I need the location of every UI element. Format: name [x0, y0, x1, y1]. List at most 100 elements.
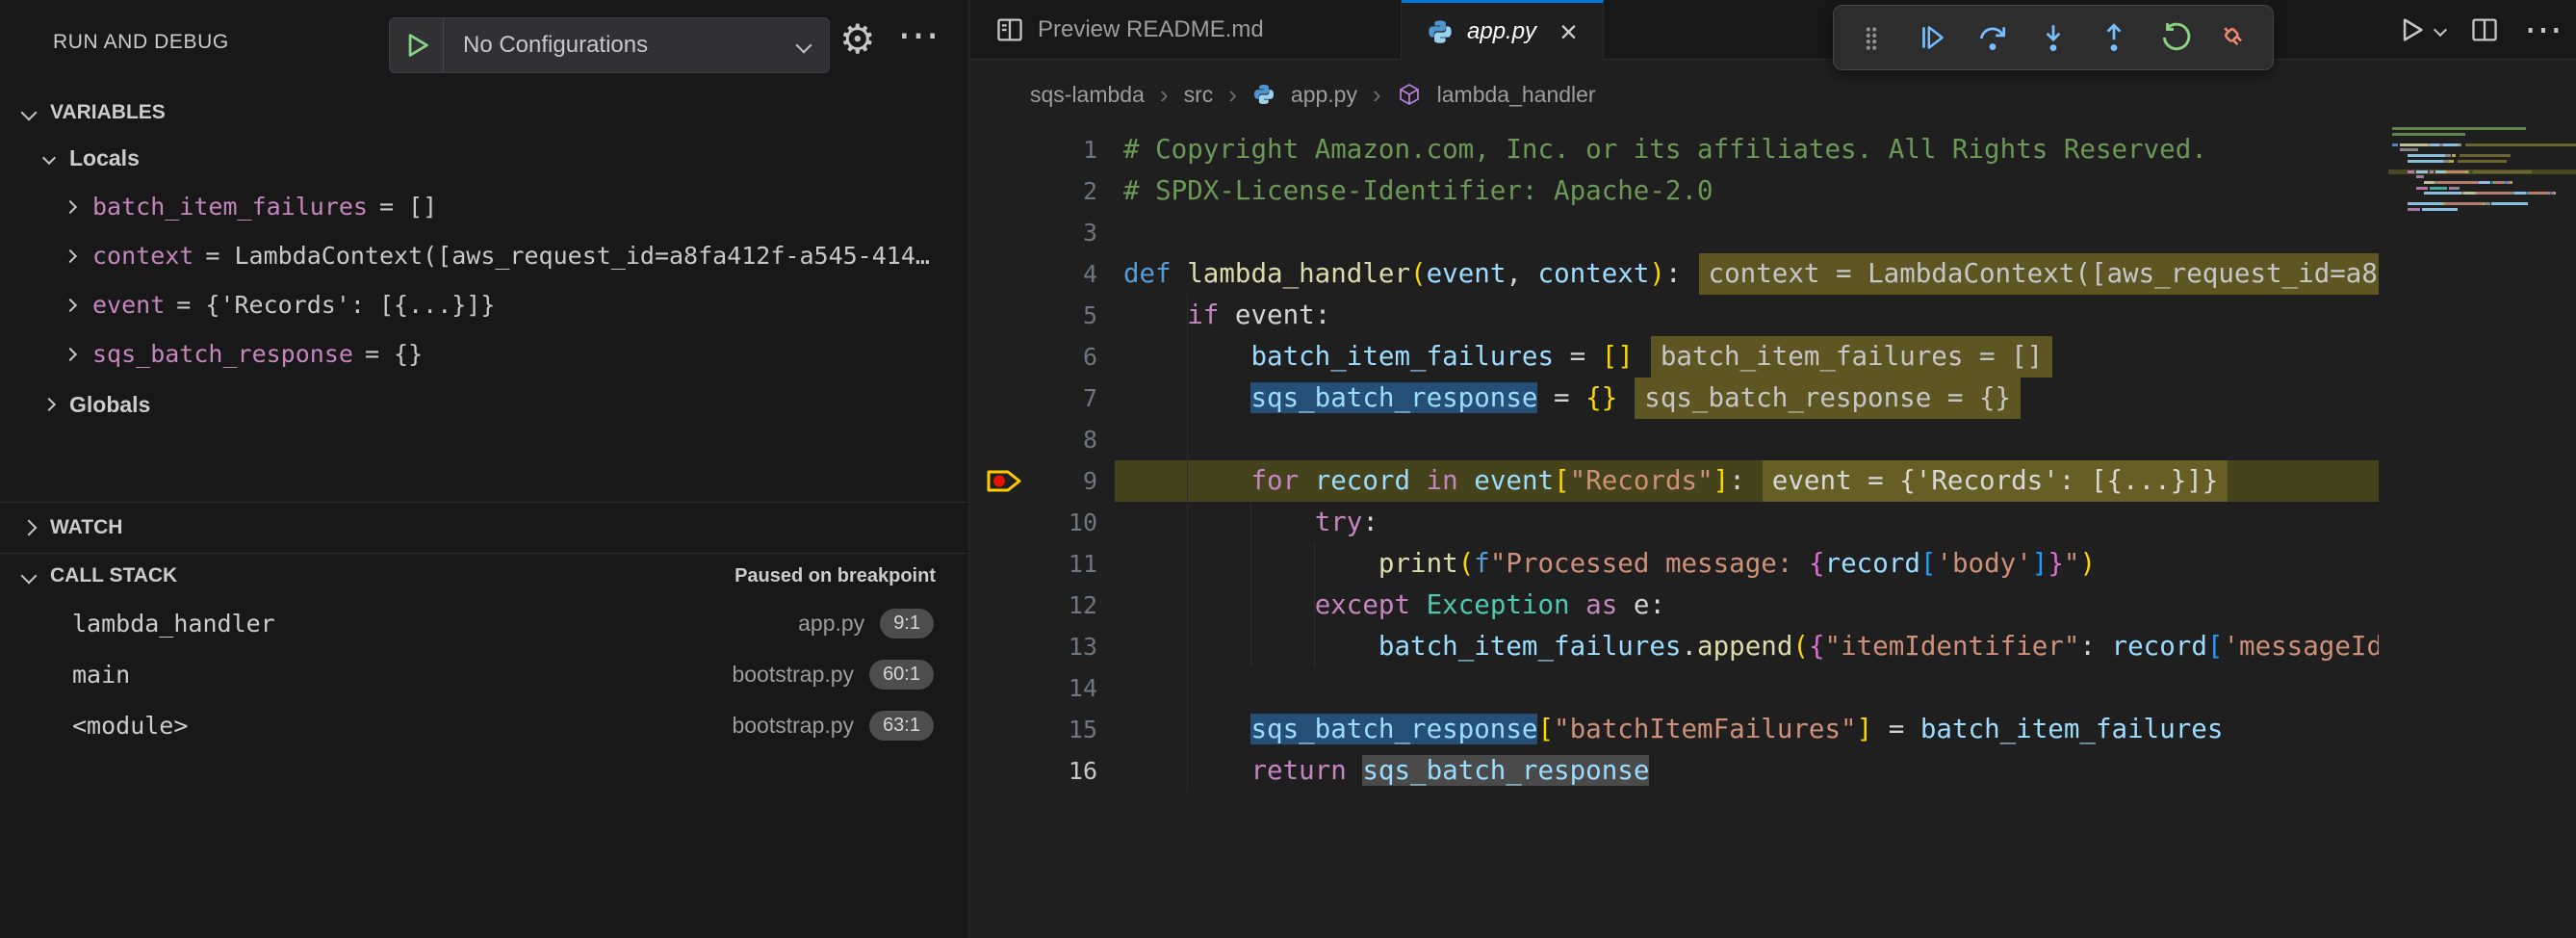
line-number[interactable]: 10: [970, 502, 1097, 543]
watch-section-header[interactable]: WATCH: [0, 503, 968, 553]
step-into-icon[interactable]: [2037, 21, 2070, 54]
code-line-10[interactable]: 10 try:: [970, 502, 2379, 543]
debug-toolbar: [1833, 5, 2274, 70]
gear-icon[interactable]: ⚙: [839, 12, 876, 67]
line-number[interactable]: 12: [970, 585, 1097, 626]
variable-name: batch_item_failures: [92, 193, 368, 221]
code-line-content: for record in event["Records"]:event = {…: [1115, 460, 2379, 502]
code-line-6[interactable]: 6 batch_item_failures = []batch_item_fai…: [970, 336, 2379, 378]
minimap[interactable]: [2388, 127, 2576, 281]
code-line-1[interactable]: 1# Copyright Amazon.com, Inc. or its aff…: [970, 129, 2379, 170]
restart-icon[interactable]: [2158, 21, 2191, 54]
editor-actions: ⋯: [2397, 0, 2563, 60]
code-line-11[interactable]: 11 print(f"Processed message: {record['b…: [970, 543, 2379, 585]
continue-icon[interactable]: [1916, 21, 1948, 54]
split-editor-icon[interactable]: [2470, 15, 2499, 44]
python-icon: [1252, 83, 1275, 106]
stack-frame-lambda-handler[interactable]: lambda_handler app.py 9:1: [0, 598, 968, 649]
breadcrumb-item[interactable]: sqs-lambda: [1030, 82, 1145, 108]
variable-row-context[interactable]: context = LambdaContext([aws_request_id=…: [0, 231, 968, 280]
breadcrumb-item[interactable]: lambda_handler: [1437, 82, 1596, 108]
frame-location-badge: 9:1: [880, 609, 934, 638]
line-number[interactable]: 15: [970, 709, 1097, 750]
variable-row-event[interactable]: event = {'Records': [{...}]}: [0, 280, 968, 329]
sidebar-header: RUN AND DEBUG No Configurations ⚙ ⋯: [0, 0, 968, 91]
code-line-15[interactable]: 15 sqs_batch_response["batchItemFailures…: [970, 709, 2379, 750]
code-editor[interactable]: 1# Copyright Amazon.com, Inc. or its aff…: [970, 129, 2379, 938]
chevron-down-icon: [796, 38, 812, 54]
tab-label: app.py: [1467, 18, 1536, 45]
frame-location-badge: 60:1: [869, 660, 934, 690]
code-line-content: try:: [1115, 502, 2379, 543]
breadcrumb-item[interactable]: src: [1184, 82, 1214, 108]
code-line-13[interactable]: 13 batch_item_failures.append({"itemIden…: [970, 626, 2379, 667]
line-number[interactable]: 5: [970, 295, 1097, 336]
watch-header-label: WATCH: [50, 516, 122, 539]
debug-config-label: No Configurations: [444, 32, 798, 59]
line-number[interactable]: 16: [970, 750, 1097, 792]
line-number[interactable]: 3: [970, 212, 1097, 253]
step-over-icon[interactable]: [1976, 21, 2009, 54]
toolbar-drag-handle[interactable]: [1855, 21, 1888, 54]
globals-tree-item[interactable]: Globals: [0, 380, 968, 429]
code-line-8[interactable]: 8: [970, 419, 2379, 460]
code-line-14[interactable]: 14: [970, 667, 2379, 709]
indent-guide: [1250, 502, 1251, 667]
code-line-4[interactable]: 4def lambda_handler(event, context):cont…: [970, 253, 2379, 295]
breadcrumb-item[interactable]: app.py: [1291, 82, 1357, 108]
variable-row-sqs-batch-response[interactable]: sqs_batch_response = {}: [0, 329, 968, 378]
code-line-3[interactable]: 3: [970, 212, 2379, 253]
code-line-2[interactable]: 2 # SPDX-License-Identifier: Apache-2.0: [970, 170, 2379, 212]
inline-debug-value: batch_item_failures = []: [1651, 336, 2052, 378]
line-number[interactable]: 14: [970, 667, 1097, 709]
variable-name: event: [92, 291, 165, 319]
start-debug-icon[interactable]: [390, 18, 444, 72]
line-number[interactable]: 4: [970, 253, 1097, 295]
close-icon[interactable]: ×: [1559, 14, 1578, 50]
call-stack-header-label: CALL STACK: [50, 564, 734, 587]
call-stack-section-header[interactable]: CALL STACK Paused on breakpoint: [0, 554, 968, 598]
breadcrumb-separator: ›: [1160, 80, 1169, 110]
step-out-icon[interactable]: [2098, 21, 2130, 54]
line-number[interactable]: 11: [970, 543, 1097, 585]
code-line-7[interactable]: 7 sqs_batch_response = {}sqs_batch_respo…: [970, 378, 2379, 419]
line-number[interactable]: 1: [970, 129, 1097, 170]
chevron-right-icon: [42, 398, 56, 411]
python-icon: [1427, 18, 1454, 45]
tab-preview-readme[interactable]: Preview README.md: [970, 0, 1402, 60]
run-python-file-button[interactable]: [2397, 15, 2445, 44]
line-number[interactable]: 13: [970, 626, 1097, 667]
disconnect-icon[interactable]: [2218, 21, 2251, 54]
more-actions-icon[interactable]: ⋯: [2524, 15, 2563, 44]
chevron-right-icon: [64, 298, 77, 311]
code-line-5[interactable]: 5 if event:: [970, 295, 2379, 336]
locals-label: Locals: [69, 145, 140, 171]
inline-debug-value: event = {'Records': [{...}]}: [1763, 460, 2228, 502]
code-lines: 1# Copyright Amazon.com, Inc. or its aff…: [970, 129, 2379, 792]
more-actions-icon[interactable]: ⋯: [897, 8, 940, 64]
variables-section-header[interactable]: VARIABLES: [0, 91, 968, 134]
code-line-12[interactable]: 12 except Exception as e:: [970, 585, 2379, 626]
variable-name: sqs_batch_response: [92, 340, 353, 368]
stack-frame-module[interactable]: <module> bootstrap.py 63:1: [0, 700, 968, 751]
chevron-down-icon: [21, 568, 38, 585]
code-line-9[interactable]: 9 for record in event["Records"]:event =…: [970, 460, 2379, 502]
symbol-method-icon: [1397, 82, 1422, 107]
debug-config-dropdown[interactable]: No Configurations: [389, 17, 830, 73]
variable-row-batch-item-failures[interactable]: batch_item_failures = []: [0, 182, 968, 231]
line-number[interactable]: 6: [970, 336, 1097, 378]
variable-value: = []: [379, 193, 437, 221]
code-line-16[interactable]: 16 return sqs_batch_response: [970, 750, 2379, 792]
vscode-debug-window: { "icons": { "gear": "⚙", "more": "⋯", "…: [0, 0, 2576, 938]
line-number[interactable]: 8: [970, 419, 1097, 460]
line-number[interactable]: 2: [970, 170, 1097, 212]
variable-value: = {}: [365, 340, 423, 368]
code-line-content: # SPDX-License-Identifier: Apache-2.0: [1115, 170, 2379, 212]
code-line-content: except Exception as e:: [1115, 585, 2379, 626]
breadcrumb-separator: ›: [1373, 80, 1381, 110]
locals-tree-item[interactable]: Locals: [0, 134, 968, 182]
tab-app-py[interactable]: app.py ×: [1402, 0, 1604, 61]
line-number[interactable]: 7: [970, 378, 1097, 419]
breadcrumb-separator: ›: [1228, 80, 1237, 110]
stack-frame-main[interactable]: main bootstrap.py 60:1: [0, 649, 968, 700]
